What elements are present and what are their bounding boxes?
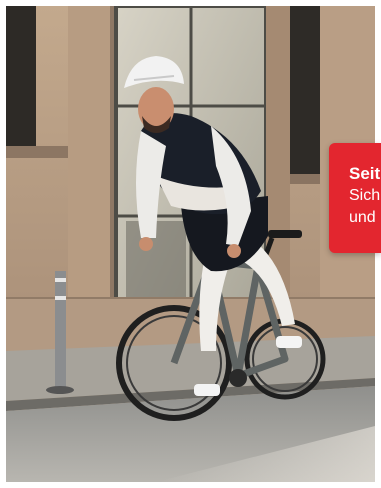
promo-card[interactable]: Seit Sich und <box>329 143 381 253</box>
hero-photo <box>6 6 375 482</box>
cyclist-photo-illustration <box>6 6 375 482</box>
promo-title: Seit <box>349 164 381 183</box>
promo-text-line-2: und <box>349 209 376 226</box>
promo-text-line-1: Sich <box>349 187 381 204</box>
page-frame: Seit Sich und <box>0 0 381 488</box>
